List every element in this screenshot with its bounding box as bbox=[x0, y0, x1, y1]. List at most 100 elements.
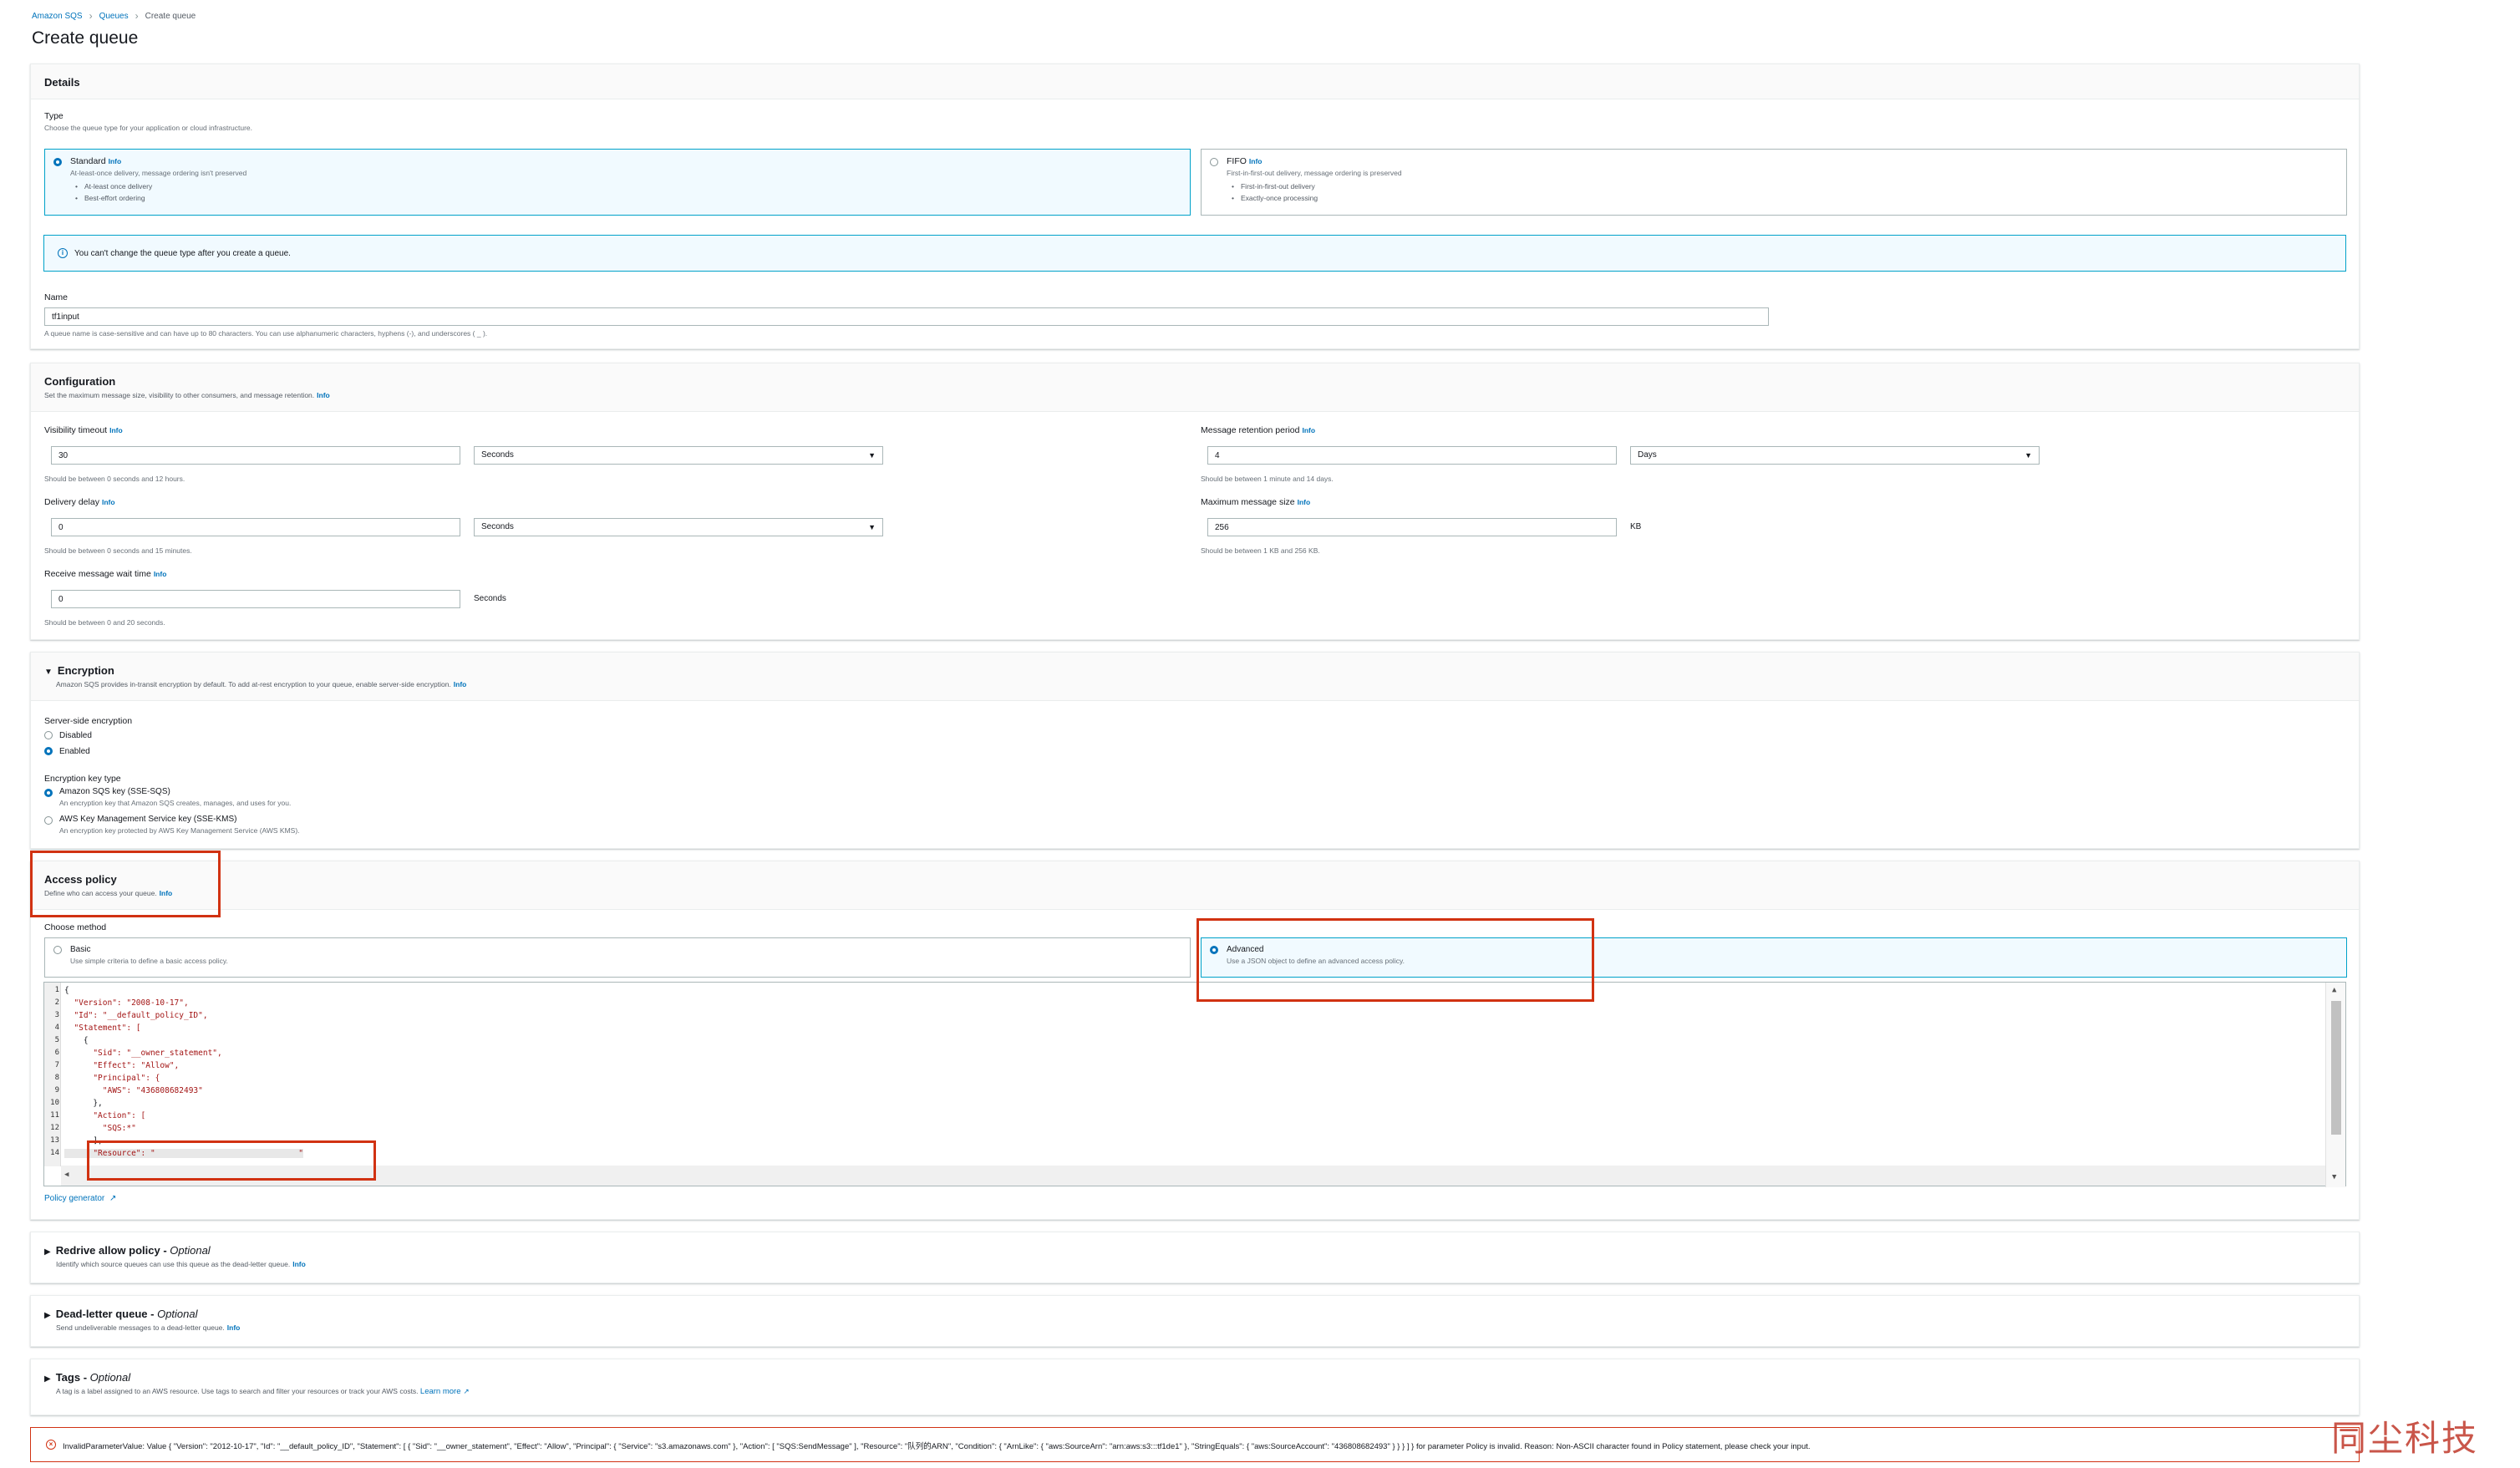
tags-panel: ▶ Tags - Optional A tag is a label assign… bbox=[30, 1359, 2360, 1415]
sse-kms-radio[interactable] bbox=[44, 816, 53, 825]
sse-disabled-radio[interactable] bbox=[44, 731, 53, 739]
line-number: 11 bbox=[50, 1111, 59, 1120]
sse-kms-title: AWS Key Management Service key (SSE-KMS) bbox=[59, 815, 237, 824]
tags-optional: Optional bbox=[89, 1371, 131, 1384]
delay-info-link[interactable]: Info bbox=[102, 498, 115, 506]
configuration-panel: Configuration Set the maximum message si… bbox=[30, 363, 2360, 640]
redrive-desc: Identify which source queues can use thi… bbox=[56, 1260, 291, 1268]
max-size-info-link[interactable]: Info bbox=[1298, 498, 1311, 506]
dead-letter-info-link[interactable]: Info bbox=[227, 1323, 241, 1332]
code-line: "Effect": "Allow", bbox=[64, 1061, 180, 1070]
line-number: 1 bbox=[54, 986, 59, 994]
caret-down-icon: ▼ bbox=[2025, 451, 2032, 460]
wait-info-link[interactable]: Info bbox=[154, 570, 167, 578]
configuration-title: Configuration bbox=[44, 375, 116, 388]
visibility-label: Visibility timeout bbox=[44, 425, 108, 435]
delivery-delay-input[interactable] bbox=[51, 518, 460, 536]
basic-radio[interactable] bbox=[53, 946, 62, 954]
sse-label: Server-side encryption bbox=[44, 716, 133, 726]
fifo-desc: First-in-first-out delivery, message ord… bbox=[1227, 169, 1402, 177]
details-panel: Details Type Choose the queue type for y… bbox=[30, 63, 2360, 349]
line-number: 3 bbox=[54, 1011, 59, 1019]
max-size-hint: Should be between 1 KB and 256 KB. bbox=[1201, 546, 1320, 555]
caret-down-icon: ▼ bbox=[868, 451, 876, 460]
retention-unit-select[interactable]: Days ▼ bbox=[1630, 446, 2040, 465]
max-message-size-input[interactable] bbox=[1207, 518, 1617, 536]
standard-title: Standard bbox=[70, 156, 106, 166]
editor-vertical-scrollbar[interactable]: ▲ ▼ bbox=[2325, 983, 2345, 1187]
code-line: { bbox=[64, 1036, 89, 1045]
visibility-timeout-input[interactable] bbox=[51, 446, 460, 465]
caret-right-icon: ▶ bbox=[44, 1311, 51, 1320]
fifo-radio[interactable] bbox=[1210, 158, 1218, 166]
scrollbar-thumb[interactable] bbox=[2331, 1001, 2341, 1135]
scroll-down-icon[interactable]: ▼ bbox=[2332, 1173, 2336, 1181]
code-line: "Version": "2008-10-17", bbox=[64, 998, 189, 1008]
code-line: "Sid": "__owner_statement", bbox=[64, 1049, 222, 1058]
standard-desc: At-least-once delivery, message ordering… bbox=[70, 169, 247, 177]
configuration-desc: Set the maximum message size, visibility… bbox=[44, 391, 315, 399]
watermark-text: 同尘科技 bbox=[2331, 1418, 2479, 1459]
queue-name-input[interactable] bbox=[44, 307, 1769, 326]
sse-sqs-title: Amazon SQS key (SSE-SQS) bbox=[59, 787, 170, 796]
alert-text: You can't change the queue type after yo… bbox=[74, 249, 291, 258]
encryption-info-link[interactable]: Info bbox=[454, 680, 467, 688]
redrive-title: Redrive allow policy bbox=[55, 1244, 160, 1257]
line-number: 10 bbox=[50, 1099, 59, 1107]
name-label: Name bbox=[44, 292, 69, 302]
basic-desc: Use simple criteria to define a basic ac… bbox=[70, 957, 228, 965]
retention-period-input[interactable] bbox=[1207, 446, 1617, 465]
encryption-panel: ▼ Encryption Amazon SQS provides in-trans… bbox=[30, 652, 2360, 849]
sse-enabled-radio[interactable] bbox=[44, 747, 53, 755]
visibility-unit-select[interactable]: Seconds ▼ bbox=[474, 446, 883, 465]
retention-info-link[interactable]: Info bbox=[1303, 426, 1316, 434]
standard-tile[interactable]: Standard Info At-least-once delivery, mes… bbox=[44, 149, 1191, 216]
breadcrumb-create-queue: Create queue bbox=[145, 11, 196, 21]
standard-radio[interactable] bbox=[53, 158, 62, 166]
policy-generator-link[interactable]: Policy generator bbox=[44, 1194, 104, 1203]
visibility-hint: Should be between 0 seconds and 12 hours… bbox=[44, 475, 185, 483]
standard-info-link[interactable]: Info bbox=[109, 157, 122, 165]
sse-sqs-radio[interactable] bbox=[44, 789, 53, 797]
wait-unit: Seconds bbox=[474, 594, 506, 603]
access-policy-header: Access policy Define who can access your… bbox=[31, 861, 2359, 910]
basic-title: Basic bbox=[70, 945, 91, 954]
scroll-up-icon[interactable]: ▲ bbox=[2332, 986, 2336, 994]
fifo-tile[interactable]: FIFO Info First-in-first-out delivery, me… bbox=[1201, 149, 2347, 216]
chevron-right-icon: › bbox=[89, 10, 93, 22]
fifo-info-link[interactable]: Info bbox=[1249, 157, 1263, 165]
breadcrumb-queues[interactable]: Queues bbox=[99, 12, 129, 21]
redrive-info-link[interactable]: Info bbox=[292, 1260, 306, 1268]
receive-wait-input[interactable] bbox=[51, 590, 460, 608]
basic-method-tile[interactable]: Basic Use simple criteria to define a ba… bbox=[44, 937, 1191, 978]
code-line: "Id": "__default_policy_ID", bbox=[64, 1011, 208, 1020]
tags-header[interactable]: ▶ Tags - Optional A tag is a label assign… bbox=[44, 1371, 470, 1396]
list-item: Best-effort ordering bbox=[75, 192, 152, 204]
queue-type-alert: i You can't change the queue type after … bbox=[43, 235, 2346, 272]
dead-letter-header[interactable]: ▶ Dead-letter queue - Optional Send undel… bbox=[44, 1308, 240, 1332]
caret-right-icon: ▶ bbox=[44, 1374, 51, 1384]
code-line: "AWS": "436808682493" bbox=[64, 1086, 203, 1095]
highlight-box-resource bbox=[87, 1140, 376, 1181]
delay-unit-select[interactable]: Seconds ▼ bbox=[474, 518, 883, 536]
code-line: }, bbox=[64, 1099, 103, 1108]
learn-more-link[interactable]: Learn more bbox=[420, 1387, 461, 1396]
encryption-title: Encryption bbox=[57, 664, 114, 677]
breadcrumb-amazon-sqs[interactable]: Amazon SQS bbox=[32, 12, 83, 21]
delay-label: Delivery delay bbox=[44, 497, 99, 507]
encryption-header[interactable]: ▼ Encryption Amazon SQS provides in-trans… bbox=[31, 653, 2359, 701]
policy-json-editor[interactable]: 1 2 3 4 5 6 7 8 9 10 11 12 13 14 { "Vers… bbox=[43, 982, 2346, 1187]
code-line: "Statement": [ bbox=[64, 1024, 141, 1033]
editor-horizontal-scrollbar[interactable]: ◀ bbox=[61, 1166, 2325, 1186]
line-number: 6 bbox=[54, 1049, 59, 1057]
external-link-icon: ↗ bbox=[109, 1194, 117, 1203]
name-hint: A queue name is case-sensitive and can h… bbox=[44, 329, 488, 338]
redrive-header[interactable]: ▶ Redrive allow policy - Optional Identif… bbox=[44, 1244, 306, 1268]
scroll-left-icon[interactable]: ◀ bbox=[64, 1171, 69, 1179]
configuration-info-link[interactable]: Info bbox=[317, 391, 330, 399]
retention-hint: Should be between 1 minute and 14 days. bbox=[1201, 475, 1334, 483]
dead-letter-title: Dead-letter queue bbox=[55, 1308, 148, 1320]
visibility-info-link[interactable]: Info bbox=[109, 426, 123, 434]
retention-unit-value: Days bbox=[1638, 450, 1657, 460]
breadcrumb: Amazon SQS › Queues › Create queue bbox=[32, 10, 196, 22]
